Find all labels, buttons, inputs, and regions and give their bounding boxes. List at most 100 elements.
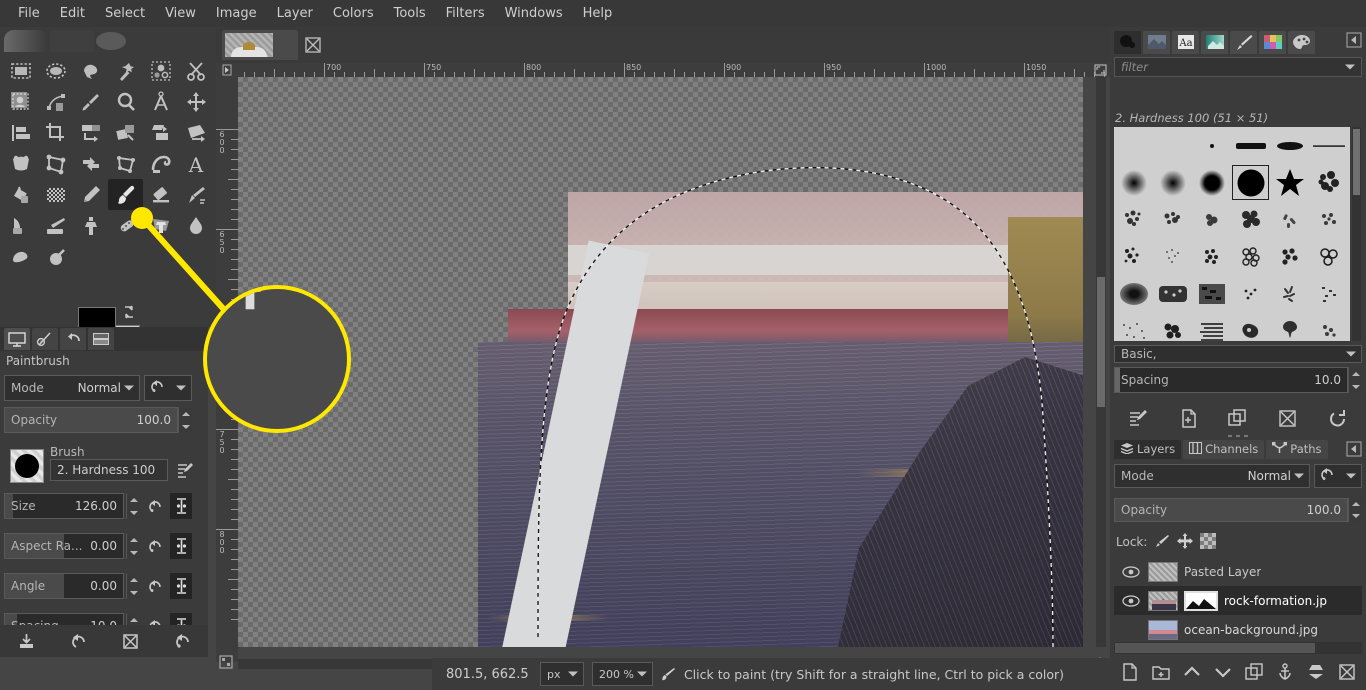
brush-cell[interactable] — [1153, 312, 1192, 341]
lower-layer-icon[interactable] — [1210, 660, 1236, 684]
select-by-color-tool[interactable] — [143, 55, 178, 86]
gradient-tool[interactable] — [38, 179, 73, 210]
tool-options-tab[interactable] — [4, 328, 30, 350]
eye-icon[interactable] — [1120, 565, 1142, 579]
paths-tool[interactable] — [38, 86, 73, 117]
brush-cell[interactable] — [1309, 201, 1348, 238]
brush-name-field[interactable]: 2. Hardness 100 — [50, 459, 168, 481]
palettes-tab[interactable] — [1259, 30, 1286, 54]
brush-cell[interactable] — [1309, 127, 1348, 164]
scale-tool[interactable] — [108, 117, 143, 148]
brush-spacing-stepper[interactable] — [1348, 367, 1362, 393]
brush-cell[interactable] — [1231, 127, 1270, 164]
zoom-tool[interactable] — [108, 86, 143, 117]
brush-cell[interactable] — [1270, 164, 1309, 201]
quick-mask-toggle-icon[interactable] — [218, 654, 234, 670]
new-brush-icon[interactable] — [1174, 406, 1202, 430]
vscroll-thumb[interactable] — [1097, 277, 1105, 407]
aspect-ratio-slider[interactable]: Aspect Ra... 0.00 — [4, 533, 124, 559]
document-tab[interactable] — [222, 30, 298, 60]
opacity-slider[interactable]: Opacity 100.0 — [4, 407, 178, 433]
blur-sharpen-tool[interactable] — [178, 210, 213, 241]
brush-cell[interactable] — [1114, 275, 1153, 312]
brush-cell[interactable] — [1153, 238, 1192, 275]
brush-tag-combo[interactable]: Basic, — [1114, 345, 1362, 363]
brush-cell[interactable] — [1309, 164, 1348, 201]
menu-layer[interactable]: Layer — [267, 3, 323, 25]
mode-reset-combo[interactable] — [144, 375, 192, 401]
brushes-tab[interactable] — [1114, 30, 1141, 54]
opacity-stepper[interactable] — [178, 407, 192, 433]
vertical-ruler[interactable]: 600 650 700 750 800 — [216, 77, 238, 662]
paintbrush-tool[interactable] — [108, 179, 143, 210]
refresh-brushes-icon[interactable] — [1323, 406, 1351, 430]
ink-tool[interactable] — [3, 210, 38, 241]
brush-cell[interactable] — [1309, 275, 1348, 312]
brush-cell[interactable] — [1231, 201, 1270, 238]
brush-cell[interactable] — [1192, 127, 1231, 164]
aspect-ratio-stepper[interactable] — [126, 533, 140, 559]
alignment-tool[interactable] — [3, 117, 38, 148]
brush-cell[interactable] — [1153, 127, 1192, 164]
cage-transform-tool[interactable] — [108, 148, 143, 179]
edit-brush-icon[interactable] — [174, 459, 196, 481]
fuzzy-select-tool[interactable] — [108, 55, 143, 86]
table-row[interactable]: ocean-background.jpg — [1114, 615, 1362, 644]
menu-windows[interactable]: Windows — [495, 3, 573, 25]
brush-thumbnail[interactable] — [10, 449, 44, 483]
angle-reset-icon[interactable] — [142, 573, 168, 599]
airbrush-tool[interactable] — [178, 179, 213, 210]
ellipse-select-tool[interactable] — [38, 55, 73, 86]
pencil-tool[interactable] — [73, 179, 108, 210]
shear-tool[interactable] — [143, 117, 178, 148]
layer-list-scrollbar[interactable] — [1114, 642, 1362, 654]
raise-layer-icon[interactable] — [1179, 660, 1205, 684]
table-row[interactable]: Pasted Layer — [1114, 557, 1362, 586]
image-viewport[interactable] — [238, 77, 1098, 662]
rect-select-tool[interactable] — [3, 55, 38, 86]
fonts-tab[interactable]: Aa — [1172, 30, 1199, 54]
aspect-ratio-dynamics-icon[interactable] — [170, 533, 192, 559]
brush-cell[interactable] — [1114, 201, 1153, 238]
duplicate-layer-icon[interactable] — [1241, 660, 1267, 684]
free-select-tool[interactable] — [73, 55, 108, 86]
delete-brush-icon[interactable] — [1274, 406, 1302, 430]
angle-slider[interactable]: Angle 0.00 — [4, 573, 124, 599]
scissors-select-tool[interactable] — [178, 55, 213, 86]
close-icon[interactable] — [304, 36, 322, 54]
move-tool[interactable] — [178, 86, 213, 117]
brush-cell[interactable] — [1114, 312, 1153, 341]
layer-mode-reset-combo[interactable] — [1314, 464, 1362, 488]
flip-tool[interactable] — [73, 148, 108, 179]
horizontal-ruler[interactable]: 700 750 800 850 900 950 1000 1050 — [238, 63, 1110, 77]
lock-position-icon[interactable] — [1177, 532, 1194, 552]
menu-view[interactable]: View — [155, 3, 206, 25]
brush-cell[interactable] — [1231, 275, 1270, 312]
measure-tool[interactable] — [143, 86, 178, 117]
layers-menu-icon[interactable] — [1346, 441, 1362, 457]
restore-options-icon[interactable] — [64, 629, 92, 653]
zoom-fit-icon[interactable] — [1092, 63, 1108, 77]
brush-cell[interactable] — [1114, 127, 1153, 164]
dodge-burn-tool[interactable] — [38, 241, 73, 272]
crop-tool[interactable] — [38, 117, 73, 148]
brush-grid[interactable] — [1114, 127, 1350, 341]
paint-dynamics-tab[interactable] — [1230, 30, 1257, 54]
size-stepper[interactable] — [126, 493, 140, 519]
layer-opacity-slider[interactable]: Opacity 100.0 — [1114, 498, 1348, 522]
unit-combo[interactable]: px — [540, 662, 584, 686]
undo-history-tab[interactable] — [60, 328, 86, 350]
menu-colors[interactable]: Colors — [323, 3, 384, 25]
brush-grid-scrollbar[interactable] — [1352, 127, 1361, 341]
brush-cell[interactable] — [1270, 275, 1309, 312]
color-picker-tool[interactable] — [73, 86, 108, 117]
brush-cell[interactable] — [1114, 238, 1153, 275]
aspect-ratio-reset-icon[interactable] — [142, 533, 168, 559]
mypaint-brush-tool[interactable] — [38, 210, 73, 241]
brush-cell-hardness-100[interactable] — [1231, 164, 1270, 201]
brush-cell[interactable] — [1270, 201, 1309, 238]
brush-cell[interactable] — [1153, 275, 1192, 312]
table-row[interactable]: rock-formation.jp — [1114, 586, 1362, 615]
warp-transform-tool[interactable] — [143, 148, 178, 179]
duplicate-brush-icon[interactable] — [1224, 406, 1252, 430]
